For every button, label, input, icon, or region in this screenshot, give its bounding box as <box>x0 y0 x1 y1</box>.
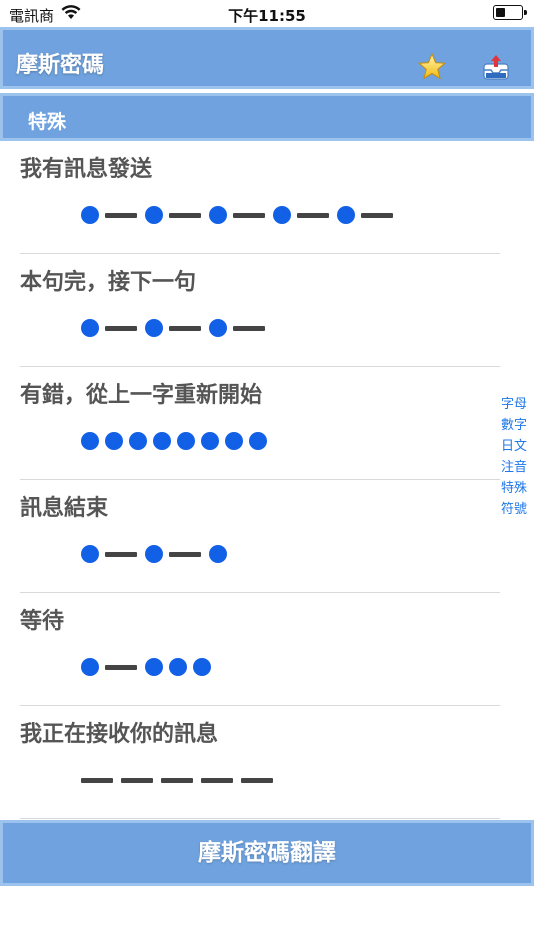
clock: 下午11:55 <box>228 7 306 25</box>
section-header: 特殊 <box>0 93 534 141</box>
morse-dot <box>81 545 99 563</box>
morse-dot <box>81 658 99 676</box>
morse-dash <box>297 212 329 218</box>
share-button[interactable] <box>481 52 515 86</box>
list-item[interactable]: 等待 <box>0 593 534 706</box>
divider <box>20 818 500 819</box>
morse-dot <box>105 432 123 450</box>
index-item[interactable]: 符號 <box>501 499 534 520</box>
star-icon <box>417 52 447 80</box>
morse-dash <box>241 777 273 783</box>
morse-dash <box>169 325 201 331</box>
morse-dot <box>337 206 355 224</box>
index-item[interactable]: 數字 <box>501 415 534 436</box>
battery-icon <box>493 5 527 20</box>
morse-dot <box>209 545 227 563</box>
page-title: 摩斯密碼 <box>16 53 105 78</box>
list-item[interactable]: 有錯，從上一字重新開始 <box>0 367 534 480</box>
morse-dash <box>169 212 201 218</box>
item-label: 我有訊息發送 <box>20 157 153 182</box>
index-item[interactable]: 注音 <box>501 457 534 478</box>
morse-dot <box>145 545 163 563</box>
morse-dash <box>105 664 137 670</box>
list-item[interactable]: 本句完，接下一句 <box>0 254 534 367</box>
morse-dash <box>233 212 265 218</box>
morse-dot <box>145 658 163 676</box>
item-label: 我正在接收你的訊息 <box>20 722 219 747</box>
morse-dot <box>153 432 171 450</box>
morse-dot <box>145 319 163 337</box>
morse-dot <box>81 432 99 450</box>
morse-dot <box>209 206 227 224</box>
item-label: 訊息結束 <box>20 496 109 521</box>
morse-dot <box>193 658 211 676</box>
navigation-bar: 摩斯密碼 <box>0 27 534 89</box>
morse-dash <box>233 325 265 331</box>
status-bar: 電訊商 下午11:55 <box>0 0 534 27</box>
morse-dash <box>81 777 113 783</box>
item-label: 等待 <box>20 609 65 634</box>
morse-dot <box>273 206 291 224</box>
translate-button[interactable]: 摩斯密碼翻譯 <box>0 820 534 886</box>
morse-dot <box>169 658 187 676</box>
morse-dash <box>169 551 201 557</box>
list-item[interactable]: 我有訊息發送 <box>0 141 534 254</box>
morse-code <box>81 542 233 566</box>
morse-list: 我有訊息發送本句完，接下一句有錯，從上一字重新開始 訊息結束等待我正在接收你的訊息 <box>0 141 534 819</box>
morse-dot <box>145 206 163 224</box>
index-item[interactable]: 字母 <box>501 394 534 415</box>
inbox-icon <box>483 55 509 80</box>
morse-dash <box>201 777 233 783</box>
morse-dot <box>129 432 147 450</box>
morse-code <box>81 203 401 227</box>
index-item[interactable]: 日文 <box>501 436 534 457</box>
section-index: 字母 數字 日文 注音 特殊 符號 <box>501 394 534 520</box>
morse-dash <box>121 777 153 783</box>
morse-dash <box>105 325 137 331</box>
morse-dot <box>201 432 219 450</box>
morse-code <box>81 768 281 792</box>
morse-dash <box>161 777 193 783</box>
item-label: 有錯，從上一字重新開始 <box>20 383 263 408</box>
morse-code <box>81 655 217 679</box>
morse-dot <box>81 206 99 224</box>
morse-code <box>81 316 273 340</box>
section-title: 特殊 <box>28 111 67 133</box>
list-item[interactable]: 我正在接收你的訊息 <box>0 706 534 819</box>
morse-dash <box>105 212 137 218</box>
morse-dot <box>177 432 195 450</box>
index-item[interactable]: 特殊 <box>501 478 534 499</box>
morse-dot <box>225 432 243 450</box>
item-label: 本句完，接下一句 <box>20 270 197 295</box>
morse-dot <box>249 432 267 450</box>
morse-dot <box>81 319 99 337</box>
list-item[interactable]: 訊息結束 <box>0 480 534 593</box>
morse-dot <box>209 319 227 337</box>
morse-dash <box>361 212 393 218</box>
morse-dash <box>105 551 137 557</box>
favorite-button[interactable] <box>417 52 451 86</box>
morse-code <box>81 429 273 453</box>
